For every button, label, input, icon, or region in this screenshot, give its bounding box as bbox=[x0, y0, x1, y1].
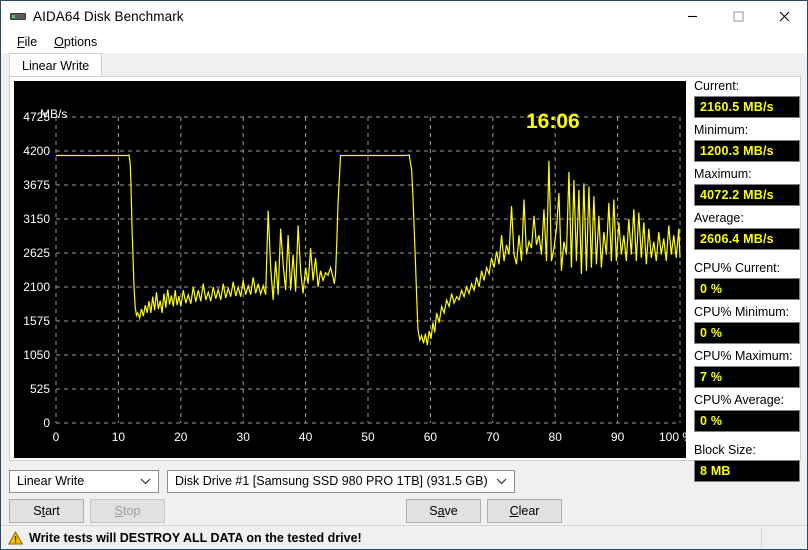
x-tick-label: 90 bbox=[611, 430, 625, 444]
test-mode-value: Linear Write bbox=[17, 474, 85, 488]
disk-drive-icon bbox=[10, 8, 26, 24]
x-tick-label: 40 bbox=[299, 430, 313, 444]
stat-cpu_current: CPU% Current: 0 % bbox=[694, 261, 800, 300]
x-tick-label: 50 bbox=[361, 430, 375, 444]
x-tick-label: 30 bbox=[237, 430, 251, 444]
minimize-button[interactable] bbox=[669, 1, 715, 31]
aida64-disk-benchmark-window: AIDA64 Disk Benchmark File Options Linea… bbox=[0, 0, 808, 550]
x-tick-label: 100 % bbox=[659, 430, 686, 444]
y-tick-label: 0 bbox=[43, 416, 50, 430]
x-tick-label: 0 bbox=[53, 430, 60, 444]
y-tick-label: 4200 bbox=[23, 144, 50, 158]
chevron-down-icon bbox=[140, 471, 151, 492]
chart-timestamp-overlay: 16:06 bbox=[526, 110, 580, 133]
menu-item-file[interactable]: File bbox=[9, 33, 46, 52]
x-tick-label: 80 bbox=[549, 430, 563, 444]
window-controls bbox=[669, 1, 807, 31]
minimize-icon bbox=[687, 15, 697, 17]
x-tick-label: 20 bbox=[174, 430, 188, 444]
stat-cpu_current-value: 0 % bbox=[694, 278, 800, 300]
status-warning-text: Write tests will DESTROY ALL DATA on the… bbox=[29, 530, 362, 545]
stat-cpu_minimum: CPU% Minimum: 0 % bbox=[694, 305, 800, 344]
chevron-down-icon bbox=[496, 471, 507, 492]
y-tick-label: 2625 bbox=[23, 246, 50, 260]
stat-cpu_current-label: CPU% Current: bbox=[694, 261, 781, 275]
stat-cpu_average-value: 0 % bbox=[694, 410, 800, 432]
bottom-controls: Linear Write Disk Drive #1 [Samsung SSD … bbox=[1, 467, 807, 525]
y-tick-label: 1575 bbox=[23, 314, 50, 328]
disk-drive-select[interactable]: Disk Drive #1 [Samsung SSD 980 PRO 1TB] … bbox=[167, 470, 515, 493]
y-tick-label: 1050 bbox=[23, 348, 50, 362]
stat-maximum: Maximum: 4072.2 MB/s bbox=[694, 167, 800, 206]
clear-button[interactable]: Clear bbox=[487, 499, 562, 523]
disk-drive-value: Disk Drive #1 [Samsung SSD 980 PRO 1TB] … bbox=[175, 474, 488, 488]
test-mode-select[interactable]: Linear Write bbox=[9, 470, 159, 493]
stat-cpu_maximum-label: CPU% Maximum: bbox=[694, 349, 793, 363]
stat-current-label: Current: bbox=[694, 79, 740, 93]
x-tick-label: 10 bbox=[112, 430, 126, 444]
menu-item-options[interactable]: Options bbox=[46, 33, 106, 52]
stat-maximum-label: Maximum: bbox=[694, 167, 752, 181]
chart-background bbox=[14, 81, 686, 458]
clear-button-label: Clear bbox=[509, 504, 540, 518]
stat-maximum-value: 4072.2 MB/s bbox=[694, 184, 800, 206]
stat-minimum-label: Minimum: bbox=[694, 123, 749, 137]
stat-cpu_minimum-label: CPU% Minimum: bbox=[694, 305, 790, 319]
stat-minimum-value: 1200.3 MB/s bbox=[694, 140, 800, 162]
stat-average-value: 2606.4 MB/s bbox=[694, 228, 800, 250]
stop-button-label: Stop bbox=[114, 504, 141, 518]
tab-linear-write-label: Linear Write bbox=[22, 59, 90, 73]
menu-item-file-label: ile bbox=[24, 34, 38, 49]
stat-current: Current: 2160.5 MB/s bbox=[694, 79, 800, 118]
window-title: AIDA64 Disk Benchmark bbox=[33, 8, 184, 24]
save-button-label: Save bbox=[429, 504, 458, 518]
start-button-label: Start bbox=[33, 504, 60, 518]
stop-button: Stop bbox=[90, 499, 165, 523]
y-tick-label: 525 bbox=[30, 382, 50, 396]
close-icon bbox=[779, 11, 789, 21]
tab-strip: Linear Write bbox=[9, 53, 801, 77]
stat-block_size-label: Block Size: bbox=[694, 443, 756, 457]
content-panel: 0 525 1050 1575 2100 2625 3150 3675 4200 4725 0 10… bbox=[9, 76, 801, 482]
stat-average: Average: 2606.4 MB/s bbox=[694, 211, 800, 250]
stat-cpu_minimum-value: 0 % bbox=[694, 322, 800, 344]
x-tick-label: 60 bbox=[424, 430, 438, 444]
y-tick-label: 2100 bbox=[23, 280, 50, 294]
chart-svg: 052510501575210026253150367542004725 0 10… bbox=[14, 81, 686, 458]
benchmark-chart: 0 525 1050 1575 2100 2625 3150 3675 4200 4725 0 10… bbox=[14, 81, 686, 458]
stat-average-label: Average: bbox=[694, 211, 744, 225]
stat-cpu_maximum-value: 7 % bbox=[694, 366, 800, 388]
stat-cpu_average: CPU% Average: 0 % bbox=[694, 393, 800, 432]
maximize-button[interactable] bbox=[715, 1, 761, 31]
y-tick-label: 3150 bbox=[23, 212, 50, 226]
maximize-icon bbox=[732, 10, 744, 22]
tab-linear-write[interactable]: Linear Write bbox=[9, 53, 103, 77]
statistics-panel: Current: 2160.5 MB/s Minimum: 1200.3 MB/s Ma… bbox=[694, 79, 800, 487]
warning-triangle-icon bbox=[8, 530, 23, 545]
stat-cpu_average-label: CPU% Average: bbox=[694, 393, 785, 407]
start-button[interactable]: Start bbox=[9, 499, 84, 523]
x-tick-label: 70 bbox=[486, 430, 500, 444]
save-button[interactable]: Save bbox=[406, 499, 481, 523]
title-bar: AIDA64 Disk Benchmark bbox=[1, 1, 807, 31]
close-button[interactable] bbox=[761, 1, 807, 31]
y-tick-label: 3675 bbox=[23, 178, 50, 192]
status-separator bbox=[761, 528, 762, 548]
chart-y-axis-title: MB/s bbox=[40, 107, 67, 121]
stat-minimum: Minimum: 1200.3 MB/s bbox=[694, 123, 800, 162]
menu-item-options-label: ptions bbox=[63, 34, 98, 49]
stat-current-value: 2160.5 MB/s bbox=[694, 96, 800, 118]
status-bar: Write tests will DESTROY ALL DATA on the… bbox=[1, 525, 807, 549]
menu-bar: File Options bbox=[1, 31, 807, 53]
stat-cpu_maximum: CPU% Maximum: 7 % bbox=[694, 349, 800, 388]
